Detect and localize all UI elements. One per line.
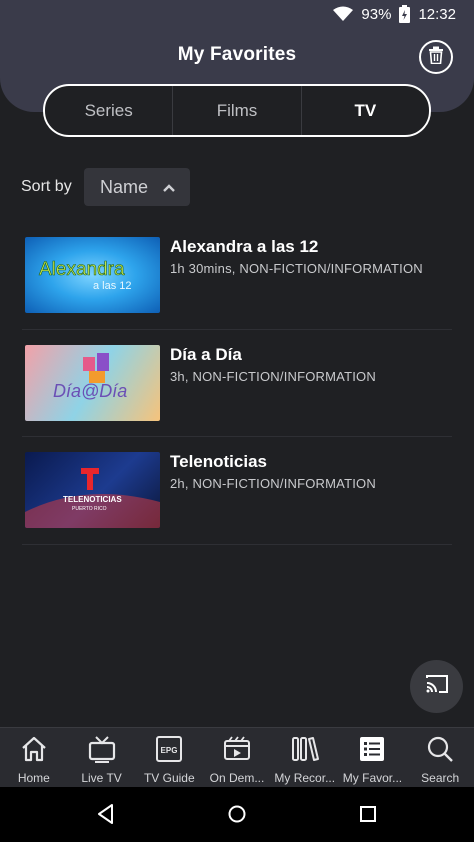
recents-icon[interactable] [359,803,377,830]
favorites-list-icon [358,733,386,765]
epg-icon-text: EPG [161,746,178,755]
sort-value: Name [100,176,149,197]
program-thumbnail: Alexandra a las 12 [25,237,160,313]
thumb-subtitle: a las 12 [93,280,132,292]
nav-live-tv[interactable]: Live TV [68,728,136,787]
program-thumbnail: Día@Día [25,344,160,421]
status-bar: 93% 12:32 [0,0,474,28]
nav-my-favorites[interactable]: My Favor... [339,728,407,787]
sort-dropdown[interactable]: Name [84,168,190,206]
bottom-nav: Home Live TV EPG TV Guide On Dem... My R… [0,727,474,787]
nav-label: My Recor... [274,771,336,785]
nav-on-demand[interactable]: On Dem... [203,728,271,787]
epg-icon: EPG [155,733,183,765]
nav-label: Search [421,771,460,785]
list-item[interactable]: TELENOTICIAS PUERTO RICO Telenoticias 2h… [22,437,452,545]
recordings-icon [290,733,320,765]
home-button-icon[interactable] [227,803,247,830]
thumb-title: Alexandra [39,259,125,280]
program-meta: 1h 30mins, NON-FICTION/INFORMATION [170,261,423,276]
list-item[interactable]: Alexandra a las 12 Alexandra a las 12 1h… [22,222,452,330]
program-meta: 3h, NON-FICTION/INFORMATION [170,368,376,384]
page-title: My Favorites [177,44,297,65]
favorites-list: Alexandra a las 12 Alexandra a las 12 1h… [22,222,452,545]
tab-films[interactable]: Films [172,86,300,135]
program-meta: 2h, NON-FICTION/INFORMATION [170,476,376,491]
nav-my-recordings[interactable]: My Recor... [271,728,339,787]
content-type-tabs: Series Films TV [43,84,431,137]
home-icon [20,733,48,765]
nav-label: Home [17,771,50,785]
cast-icon [425,674,449,699]
nav-label: My Favor... [342,771,403,785]
tab-series[interactable]: Series [45,86,172,135]
program-title: Alexandra a las 12 [170,237,319,256]
search-icon [426,733,454,765]
nav-search[interactable]: Search [406,728,474,787]
list-item[interactable]: Día@Día Día a Día 3h, NON-FICTION/INFORM… [22,330,452,437]
trash-icon [428,46,444,69]
battery-percent: 93% [361,5,392,23]
nav-label: On Dem... [209,771,265,785]
clock: 12:32 [418,5,456,23]
nav-label: TV Guide [143,771,195,785]
system-nav-bar [0,787,474,842]
program-thumbnail: TELENOTICIAS PUERTO RICO [25,452,160,528]
delete-button[interactable] [419,40,453,74]
thumb-title: Día@Día [53,381,127,401]
chevron-up-icon [162,177,176,198]
tv-icon [87,733,117,765]
sort-label: Sort by [21,178,72,195]
tab-tv[interactable]: TV [300,86,429,135]
program-title: Telenoticias [170,452,267,471]
nav-home[interactable]: Home [0,728,68,787]
wifi-icon [333,6,354,22]
thumb-title: TELENOTICIAS [63,495,122,504]
nav-tv-guide[interactable]: EPG TV Guide [135,728,203,787]
back-icon[interactable] [96,803,116,830]
on-demand-icon [223,733,251,765]
battery-charging-icon [399,5,411,23]
nav-label: Live TV [81,771,122,785]
thumb-subtitle: PUERTO RICO [72,506,107,512]
cast-button[interactable] [410,660,463,713]
program-title: Día a Día [170,344,242,364]
